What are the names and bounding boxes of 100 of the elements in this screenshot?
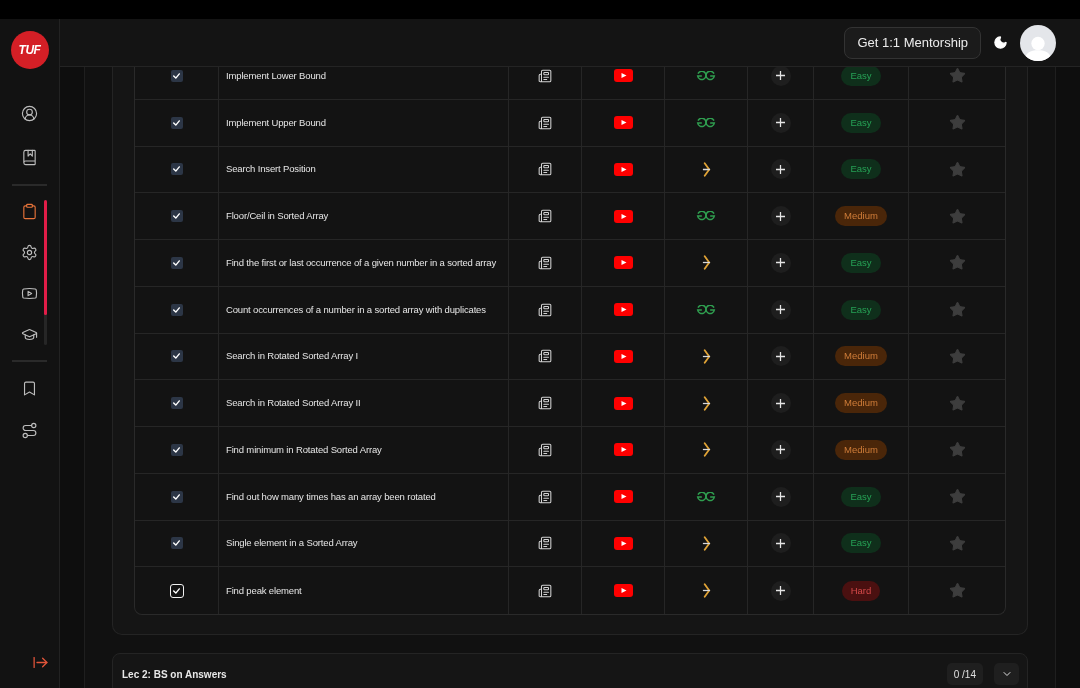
check-icon <box>173 119 180 126</box>
mentorship-button[interactable]: Get 1:1 Mentorship <box>844 26 981 59</box>
checkbox[interactable] <box>170 397 183 410</box>
article-icon[interactable] <box>538 68 552 83</box>
add-note-button[interactable] <box>770 486 791 507</box>
bookmark-icon[interactable] <box>21 379 38 397</box>
check-icon <box>173 587 180 594</box>
video-play-icon[interactable] <box>613 303 633 317</box>
checkbox[interactable] <box>170 443 183 456</box>
double-g-icon[interactable] <box>696 117 716 128</box>
article-icon[interactable] <box>538 442 552 457</box>
star-icon[interactable] <box>948 441 966 459</box>
video-play-icon[interactable] <box>613 162 633 176</box>
checkbox[interactable] <box>170 210 183 223</box>
video-icon[interactable] <box>21 285 38 302</box>
article-icon[interactable] <box>538 489 552 504</box>
checkbox[interactable] <box>170 537 183 550</box>
checkbox[interactable] <box>170 490 183 503</box>
problem-title: Search Insert Position <box>226 162 316 177</box>
checkbox[interactable] <box>169 583 184 598</box>
article-icon[interactable] <box>538 162 552 177</box>
chevron-mark-icon[interactable] <box>701 348 711 364</box>
checkbox[interactable] <box>170 303 183 316</box>
avatar-button[interactable] <box>1020 24 1056 61</box>
chevron-mark-icon[interactable] <box>701 255 711 271</box>
checkbox[interactable] <box>170 116 183 129</box>
difficulty-tag: Easy <box>841 252 881 273</box>
video-play-icon[interactable] <box>613 69 633 83</box>
star-icon[interactable] <box>948 254 966 272</box>
add-note-button[interactable] <box>770 346 791 367</box>
difficulty-tag: Easy <box>841 112 881 133</box>
chevron-mark-icon[interactable] <box>701 161 711 177</box>
article-icon[interactable] <box>538 536 552 551</box>
plus-icon <box>776 538 785 548</box>
clipboard-icon[interactable] <box>21 203 38 220</box>
difficulty-tag: Easy <box>841 299 881 320</box>
video-play-icon[interactable] <box>613 536 633 550</box>
add-note-button[interactable] <box>770 299 791 320</box>
checkbox[interactable] <box>170 350 183 363</box>
checkbox[interactable] <box>170 69 183 82</box>
article-icon[interactable] <box>538 209 552 224</box>
notebook-icon[interactable] <box>21 148 38 166</box>
article-icon[interactable] <box>538 349 552 364</box>
double-g-icon[interactable] <box>696 70 716 81</box>
add-note-button[interactable] <box>770 580 791 601</box>
section-header[interactable]: Lec 2: BS on Answers 0 /14 <box>112 653 1028 688</box>
plus-icon <box>776 445 785 455</box>
chevron-mark-icon[interactable] <box>701 442 711 458</box>
gear-icon[interactable] <box>21 244 38 261</box>
double-g-icon[interactable] <box>696 211 716 222</box>
scrollbar-thumb[interactable] <box>44 200 47 315</box>
chevron-mark-icon[interactable] <box>701 395 711 411</box>
expand-button[interactable] <box>994 663 1019 685</box>
scrollbar-track[interactable] <box>44 200 47 345</box>
add-note-button[interactable] <box>770 112 791 133</box>
check-icon <box>173 540 180 547</box>
checkbox[interactable] <box>170 163 183 176</box>
add-note-button[interactable] <box>770 206 791 227</box>
star-icon[interactable] <box>948 160 966 178</box>
problem-title: Find out how many times has an array been rotated <box>226 489 436 504</box>
add-note-button[interactable] <box>770 439 791 460</box>
video-play-icon[interactable] <box>613 209 633 223</box>
add-note-button[interactable] <box>770 252 791 273</box>
video-play-icon[interactable] <box>613 116 633 130</box>
video-play-icon[interactable] <box>613 349 633 363</box>
video-play-icon[interactable] <box>613 396 633 410</box>
route-icon[interactable] <box>21 421 38 439</box>
article-icon[interactable] <box>538 255 552 270</box>
chevron-mark-icon[interactable] <box>701 583 711 599</box>
problem-title: Find peak element <box>226 583 302 598</box>
profile-icon[interactable] <box>21 104 38 122</box>
star-icon[interactable] <box>948 534 966 552</box>
star-icon[interactable] <box>948 582 966 600</box>
logo[interactable]: TUF <box>10 31 49 69</box>
add-note-button[interactable] <box>770 533 791 554</box>
difficulty-tag: Hard <box>841 580 881 601</box>
star-icon[interactable] <box>948 207 966 225</box>
star-icon[interactable] <box>948 67 966 85</box>
article-icon[interactable] <box>538 302 552 317</box>
video-play-icon[interactable] <box>613 584 633 598</box>
add-note-button[interactable] <box>770 393 791 414</box>
add-note-button[interactable] <box>770 67 791 86</box>
star-icon[interactable] <box>948 114 966 132</box>
video-play-icon[interactable] <box>613 490 633 504</box>
chevron-mark-icon[interactable] <box>701 535 711 551</box>
add-note-button[interactable] <box>770 159 791 180</box>
checkbox[interactable] <box>170 256 183 269</box>
article-icon[interactable] <box>538 115 552 130</box>
star-icon[interactable] <box>948 488 966 506</box>
video-play-icon[interactable] <box>613 443 633 457</box>
star-icon[interactable] <box>948 301 966 319</box>
double-g-icon[interactable] <box>696 491 716 502</box>
video-play-icon[interactable] <box>613 256 633 270</box>
article-icon[interactable] <box>538 583 552 598</box>
moon-icon[interactable] <box>993 35 1008 50</box>
star-icon[interactable] <box>948 347 966 365</box>
article-icon[interactable] <box>538 396 552 411</box>
graduation-cap-icon[interactable] <box>21 326 38 343</box>
double-g-icon[interactable] <box>696 304 716 315</box>
star-icon[interactable] <box>948 394 966 412</box>
